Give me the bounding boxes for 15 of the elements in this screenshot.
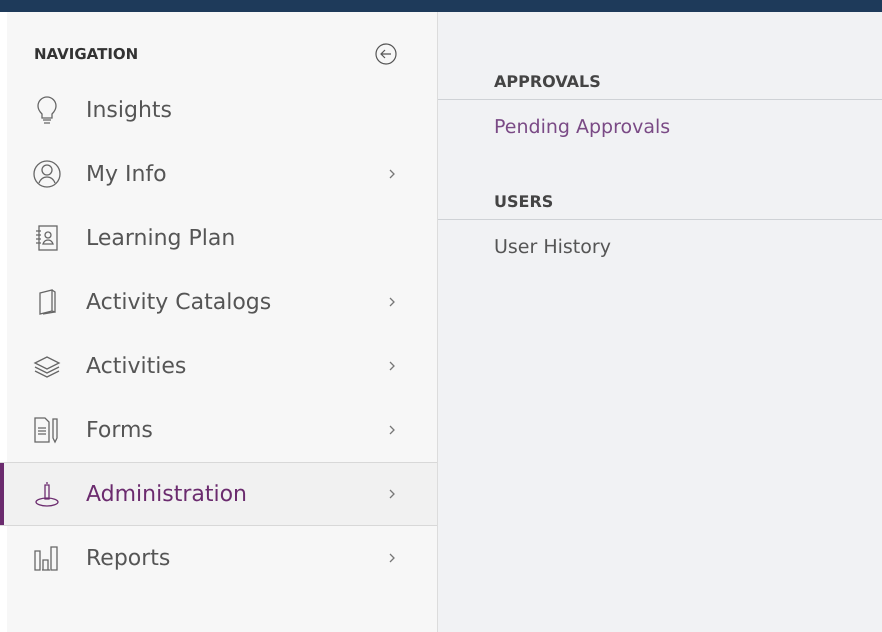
- nav-item[interactable]: Forms: [0, 398, 437, 462]
- section-heading: APPROVALS: [438, 72, 882, 100]
- nav-item[interactable]: Reports: [0, 526, 437, 590]
- nav-item[interactable]: My Info: [0, 142, 437, 206]
- submenu-link[interactable]: User History: [494, 236, 611, 258]
- nav-item[interactable]: Administration: [0, 462, 437, 526]
- collapse-icon[interactable]: [375, 43, 397, 65]
- nav-item[interactable]: Activity Catalogs: [0, 270, 437, 334]
- submenu-link[interactable]: Pending Approvals: [494, 116, 670, 138]
- nav-item[interactable]: Activities: [0, 334, 437, 398]
- section-heading: USERS: [438, 192, 882, 220]
- user-circle-icon: [32, 159, 62, 189]
- nav-item[interactable]: Insights: [0, 78, 437, 142]
- sidebar-title: NAVIGATION: [34, 45, 138, 63]
- nav-item[interactable]: Learning Plan: [0, 206, 437, 270]
